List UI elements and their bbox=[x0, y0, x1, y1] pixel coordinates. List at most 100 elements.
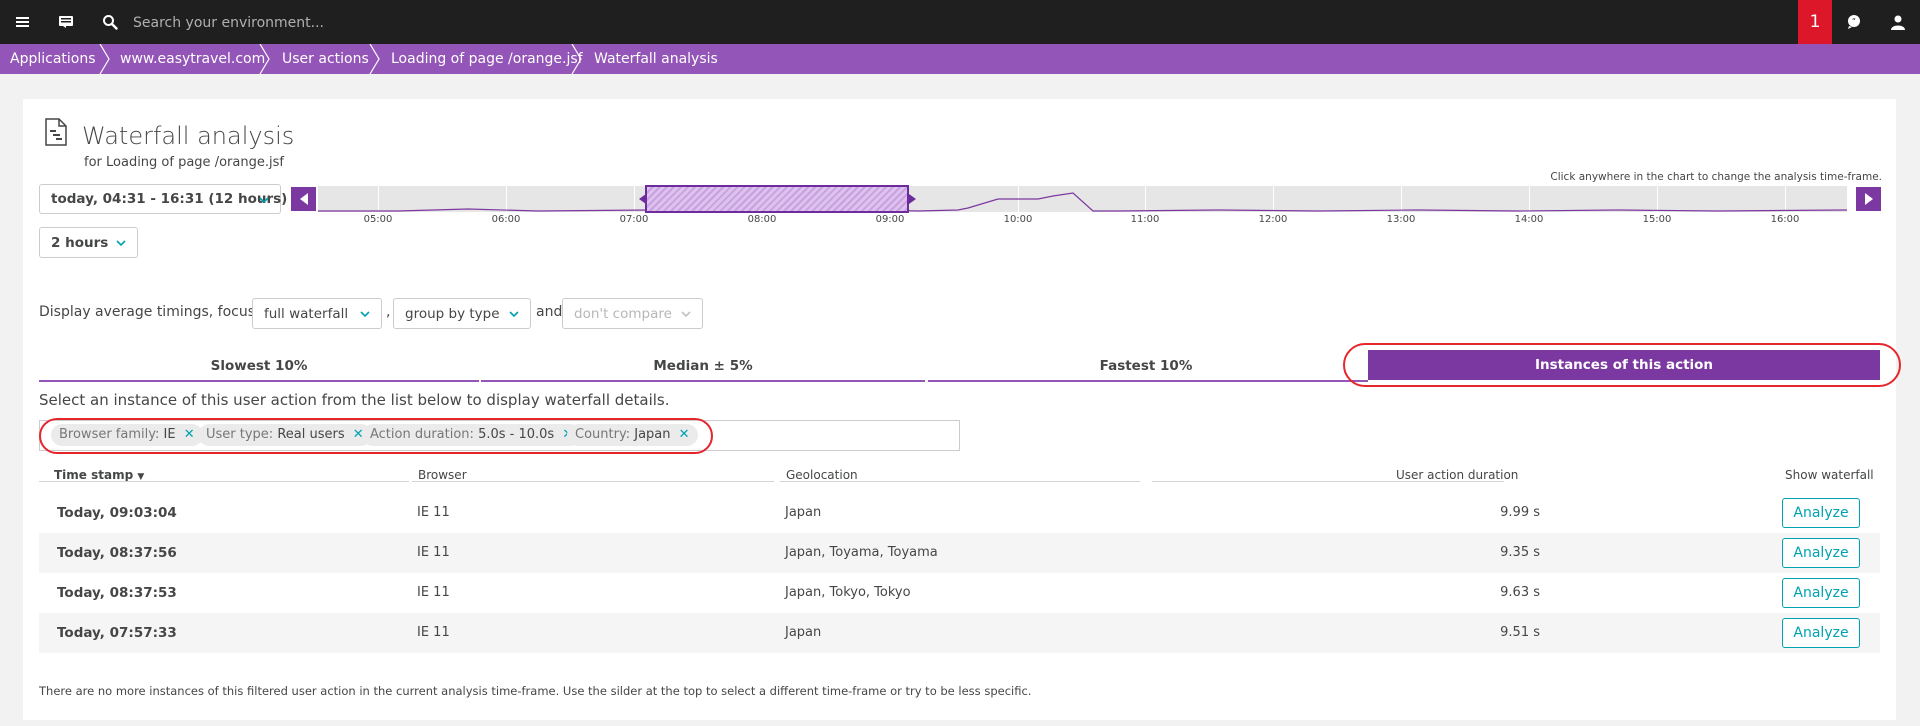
timeline-back-button[interactable] bbox=[291, 187, 316, 211]
page-subtitle: for Loading of page /orange.jsf bbox=[84, 155, 284, 170]
page-title: Waterfall analysis bbox=[82, 122, 295, 150]
analyze-button[interactable]: Analyze bbox=[1782, 578, 1860, 608]
chevron-down-icon bbox=[681, 311, 691, 318]
timeline-tick-label: 11:00 bbox=[1130, 214, 1160, 225]
timeline-tick-label: 16:00 bbox=[1770, 214, 1800, 225]
header-divider bbox=[39, 481, 409, 482]
header-divider bbox=[1152, 481, 1504, 482]
breadcrumb-separator-icon bbox=[259, 44, 270, 74]
focus-dropdown[interactable]: full waterfall bbox=[252, 298, 382, 329]
window-size-dropdown[interactable]: 2 hours bbox=[39, 227, 138, 258]
column-header-show-waterfall: Show waterfall bbox=[1785, 468, 1874, 482]
selection-handle-right-icon[interactable] bbox=[909, 194, 916, 204]
duration-cell: 9.35 s bbox=[1500, 545, 1540, 560]
timeline-tick-label: 10:00 bbox=[1003, 214, 1033, 225]
comma-text: , bbox=[386, 304, 391, 320]
geolocation-cell: Japan, Toyama, Toyama bbox=[785, 545, 938, 560]
instructions-text: Select an instance of this user action f… bbox=[39, 391, 670, 409]
timeline-tick-label: 13:00 bbox=[1386, 214, 1416, 225]
timeline-tick-label: 15:00 bbox=[1642, 214, 1672, 225]
duration-cell: 9.51 s bbox=[1500, 625, 1540, 640]
timestamp-cell: Today, 08:37:56 bbox=[57, 545, 177, 561]
focus-label: full waterfall bbox=[264, 305, 349, 322]
breadcrumb-application[interactable]: www.easytravel.com bbox=[120, 44, 265, 74]
annotation-oval bbox=[39, 418, 713, 454]
timestamp-cell: Today, 09:03:04 bbox=[57, 505, 177, 521]
search-icon[interactable] bbox=[88, 0, 132, 44]
window-size-label: 2 hours bbox=[51, 234, 109, 251]
browser-cell: IE 11 bbox=[417, 625, 450, 640]
annotation-oval bbox=[1343, 343, 1901, 387]
chevron-down-icon bbox=[116, 240, 126, 247]
chevron-down-icon bbox=[360, 311, 370, 318]
timeline-hint: Click anywhere in the chart to change th… bbox=[1550, 171, 1882, 183]
breadcrumb-separator-icon bbox=[571, 44, 582, 74]
timeline-forward-button[interactable] bbox=[1856, 187, 1881, 211]
timeframe-dropdown[interactable]: today, 04:31 - 16:31 (12 hours) bbox=[39, 184, 287, 214]
top-bar: 1 “ bbox=[0, 0, 1920, 44]
svg-text:“: “ bbox=[1852, 17, 1856, 26]
group-dropdown[interactable]: group by type bbox=[393, 298, 531, 329]
menu-icon[interactable] bbox=[0, 0, 44, 44]
chevron-down-icon bbox=[509, 311, 519, 318]
no-more-instances-note: There are no more instances of this filt… bbox=[39, 684, 1032, 698]
timeline-tick-label: 08:00 bbox=[747, 214, 777, 225]
notification-badge[interactable]: 1 bbox=[1798, 0, 1832, 44]
breadcrumb-user-actions[interactable]: User actions bbox=[282, 44, 369, 74]
column-header-browser[interactable]: Browser bbox=[418, 468, 467, 482]
timeline-tick-label: 05:00 bbox=[363, 214, 393, 225]
timeline-tick-label: 09:00 bbox=[875, 214, 905, 225]
timeline-sparkline bbox=[318, 192, 1847, 212]
browser-cell: IE 11 bbox=[417, 505, 450, 520]
table-row: Today, 08:37:56 IE 11 Japan, Toyama, Toy… bbox=[39, 533, 1880, 573]
analyze-button[interactable]: Analyze bbox=[1782, 498, 1860, 528]
breadcrumb-separator-icon bbox=[369, 44, 380, 74]
table-row: Today, 08:37:53 IE 11 Japan, Tokyo, Toky… bbox=[39, 573, 1880, 613]
column-header-geolocation[interactable]: Geolocation bbox=[786, 468, 858, 482]
chevron-down-icon bbox=[259, 197, 269, 204]
timeline-tick-label: 12:00 bbox=[1258, 214, 1288, 225]
header-label: Time stamp bbox=[54, 468, 134, 482]
compare-label: don't compare bbox=[574, 305, 672, 322]
tab-underline bbox=[39, 380, 479, 382]
feedback-icon[interactable] bbox=[44, 0, 88, 44]
geolocation-cell: Japan bbox=[785, 625, 822, 640]
header-divider bbox=[412, 481, 774, 482]
tab-median[interactable]: Median ± 5% bbox=[481, 350, 925, 382]
timeframe-label: today, 04:31 - 16:31 (12 hours) bbox=[51, 191, 288, 207]
browser-cell: IE 11 bbox=[417, 545, 450, 560]
analyze-button[interactable]: Analyze bbox=[1782, 618, 1860, 648]
chat-icon[interactable]: “ bbox=[1832, 0, 1876, 44]
breadcrumb-user-action[interactable]: Loading of page /orange.jsf bbox=[391, 44, 583, 74]
breadcrumb-separator-icon bbox=[99, 44, 110, 74]
display-label: Display average timings, focus on bbox=[39, 304, 277, 320]
tab-fastest[interactable]: Fastest 10% bbox=[928, 350, 1364, 382]
table-row: Today, 07:57:33 IE 11 Japan 9.51 s Analy… bbox=[39, 613, 1880, 653]
tab-slowest[interactable]: Slowest 10% bbox=[39, 350, 479, 382]
arrow-left-icon bbox=[299, 193, 308, 205]
column-header-timestamp[interactable]: Time stamp ▼ bbox=[54, 468, 144, 482]
geolocation-cell: Japan bbox=[785, 505, 822, 520]
search-input[interactable] bbox=[131, 12, 835, 34]
compare-dropdown: don't compare bbox=[562, 298, 703, 329]
breadcrumb: Applications www.easytravel.com User act… bbox=[0, 44, 1920, 74]
timeline-selection[interactable] bbox=[645, 185, 909, 213]
breadcrumb-waterfall-analysis: Waterfall analysis bbox=[594, 51, 718, 67]
waterfall-document-icon bbox=[44, 118, 68, 146]
timeline-tick-label: 06:00 bbox=[491, 214, 521, 225]
duration-cell: 9.99 s bbox=[1500, 505, 1540, 520]
timestamp-cell: Today, 08:37:53 bbox=[57, 585, 177, 601]
analyze-button[interactable]: Analyze bbox=[1782, 538, 1860, 568]
breadcrumb-applications[interactable]: Applications bbox=[10, 44, 96, 74]
selection-handle-left-icon[interactable] bbox=[639, 194, 646, 204]
table-row: Today, 09:03:04 IE 11 Japan 9.99 s Analy… bbox=[39, 493, 1880, 533]
and-text: and bbox=[536, 304, 563, 320]
column-header-duration[interactable]: User action duration bbox=[1396, 468, 1518, 482]
timeline-tick-label: 07:00 bbox=[619, 214, 649, 225]
timeline-tick-label: 14:00 bbox=[1514, 214, 1544, 225]
user-icon[interactable] bbox=[1876, 0, 1920, 44]
browser-cell: IE 11 bbox=[417, 585, 450, 600]
timestamp-cell: Today, 07:57:33 bbox=[57, 625, 177, 641]
geolocation-cell: Japan, Tokyo, Tokyo bbox=[785, 585, 911, 600]
tab-underline bbox=[928, 380, 1368, 382]
